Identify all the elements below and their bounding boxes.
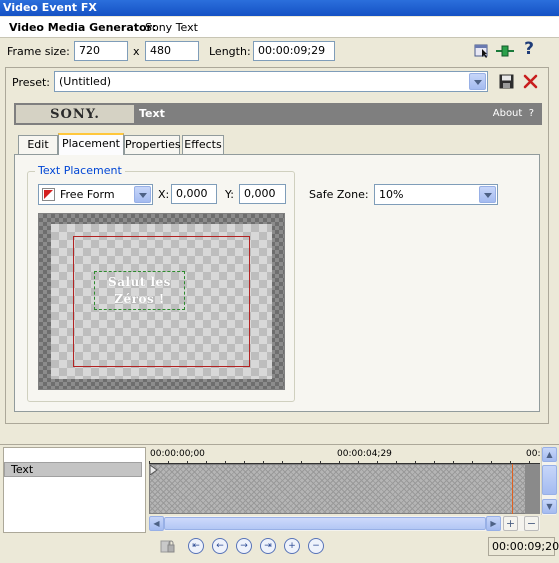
frame-height-field[interactable]: 480 (145, 41, 199, 61)
scroll-right-icon[interactable]: ▶ (486, 516, 501, 531)
zoom-in-icon[interactable]: + (503, 516, 518, 531)
scroll-down-icon[interactable]: ▼ (542, 499, 557, 514)
y-label: Y: (225, 188, 234, 201)
preset-dropdown[interactable]: (Untitled) (54, 71, 488, 92)
preset-label: Preset: (12, 76, 51, 89)
generator-label: Video Media Generator: (9, 21, 157, 34)
frame-area: Salut les Zéros ! (51, 224, 272, 379)
add-keyframe-icon[interactable]: + (284, 538, 300, 554)
vertical-scrollbar[interactable]: ▲ ▼ (541, 447, 557, 515)
last-keyframe-icon[interactable]: ⇥ (260, 538, 276, 554)
x-label: X: (158, 188, 170, 201)
horizontal-scroll-thumb[interactable] (164, 517, 486, 530)
chevron-down-icon[interactable] (469, 73, 486, 90)
tab-placement[interactable]: Placement (58, 133, 124, 155)
y-position-field[interactable]: 0,000 (239, 184, 286, 204)
frame-size-separator: x (133, 45, 140, 58)
about-help-label: ? (528, 108, 534, 119)
generator-header: Video Media Generator: Sony Text (0, 17, 559, 38)
cursor-select-icon[interactable] (473, 42, 491, 60)
chevron-down-icon[interactable] (479, 186, 496, 203)
tab-edit[interactable]: Edit (18, 135, 58, 154)
lock-icon[interactable] (158, 537, 176, 555)
preset-value: (Untitled) (59, 75, 112, 88)
track-end-region (525, 464, 540, 514)
chevron-down-icon[interactable] (134, 186, 151, 203)
safe-zone-label: Safe Zone: (309, 188, 369, 201)
help-icon[interactable]: ? (520, 39, 538, 59)
text-bounding-box[interactable]: Salut les Zéros ! (94, 271, 185, 310)
safe-zone-dropdown[interactable]: 10% (374, 184, 498, 205)
placement-preview[interactable]: Salut les Zéros ! (38, 213, 285, 390)
preview-text-line2: Zéros ! (114, 292, 165, 306)
free-form-icon (42, 188, 55, 201)
scroll-thumb[interactable] (542, 465, 557, 495)
window-titlebar: Video Event FX (0, 0, 559, 16)
plugin-header-bar: SONY. Text About ? (14, 103, 542, 125)
window-title: Video Event FX (3, 1, 97, 14)
ruler-label-end: 00: (526, 449, 541, 459)
zoom-out-icon[interactable]: − (524, 516, 539, 531)
playhead-cursor[interactable] (512, 464, 513, 514)
scroll-left-icon[interactable]: ◀ (149, 516, 164, 531)
keyframe-marker-icon[interactable] (150, 465, 158, 475)
x-position-field[interactable]: 0,000 (171, 184, 217, 204)
tab-properties[interactable]: Properties (124, 135, 181, 154)
placement-mode-value: Free Form (60, 188, 115, 201)
ruler-label-mid: 00:00:04;29 (337, 449, 392, 459)
length-label: Length: (209, 45, 251, 58)
remove-keyframe-icon[interactable]: − (308, 538, 324, 554)
frame-size-label: Frame size: (7, 45, 70, 58)
ruler-label-start: 00:00:00;00 (150, 449, 205, 459)
track-list (3, 447, 146, 533)
delete-preset-icon[interactable] (521, 72, 539, 90)
frame-width-field[interactable]: 720 (74, 41, 128, 61)
text-placement-legend: Text Placement (35, 164, 125, 177)
about-label: About (492, 108, 523, 119)
length-field[interactable]: 00:00:09;29 (253, 41, 335, 61)
track-item-text[interactable]: Text (4, 462, 142, 477)
scroll-up-icon[interactable]: ▲ (542, 447, 557, 462)
prev-keyframe-icon[interactable]: ← (212, 538, 228, 554)
preview-text: Salut les Zéros ! (95, 274, 184, 308)
plugin-title: Text (139, 107, 165, 120)
next-keyframe-icon[interactable]: → (236, 538, 252, 554)
safe-zone-value: 10% (379, 188, 404, 201)
about-link[interactable]: About ? (493, 108, 534, 119)
sony-logo: SONY. (16, 105, 134, 123)
placement-mode-dropdown[interactable]: Free Form (38, 184, 153, 205)
tab-effects[interactable]: Effects (182, 135, 224, 154)
plugin-chain-icon[interactable] (496, 42, 514, 60)
keyframe-track[interactable] (149, 464, 540, 514)
preview-text-line1: Salut les (108, 275, 171, 289)
first-keyframe-icon[interactable]: ⇤ (188, 538, 204, 554)
save-preset-icon[interactable] (497, 72, 515, 90)
current-time-field[interactable]: 00:00:09;20 (488, 537, 559, 556)
generator-name: Sony Text (145, 21, 198, 34)
